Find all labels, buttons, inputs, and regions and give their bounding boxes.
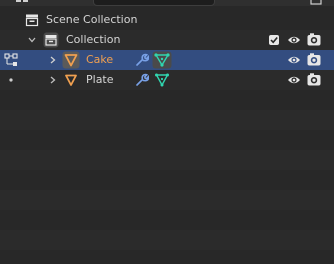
dot-icon bbox=[9, 78, 13, 82]
wrench-icon[interactable] bbox=[135, 73, 149, 87]
chevron-right-icon[interactable] bbox=[48, 55, 58, 65]
empty-row bbox=[0, 110, 334, 130]
collection-label: Collection bbox=[66, 33, 121, 46]
object-label-cake: Cake bbox=[86, 53, 114, 66]
object-label-plate: Plate bbox=[86, 73, 114, 86]
filter-icon[interactable] bbox=[310, 0, 322, 5]
camera-icon[interactable] bbox=[307, 33, 321, 46]
empty-row bbox=[0, 230, 334, 250]
empty-row bbox=[0, 190, 334, 210]
eye-icon[interactable] bbox=[287, 74, 301, 86]
collection-row[interactable]: Collection bbox=[0, 30, 334, 50]
collection-box-icon bbox=[43, 32, 59, 48]
chevron-right-icon[interactable] bbox=[48, 75, 58, 85]
wrench-icon[interactable] bbox=[135, 53, 149, 67]
outliner-row-cake[interactable]: Cake bbox=[0, 50, 334, 70]
outliner-panel: Scene Collection Collection Cake Plate bbox=[0, 0, 334, 264]
outliner-row-plate[interactable]: Plate bbox=[0, 70, 334, 90]
eye-icon[interactable] bbox=[287, 34, 301, 46]
collection-box-icon bbox=[25, 14, 39, 27]
mesh-object-icon bbox=[65, 74, 77, 86]
empty-row bbox=[0, 150, 334, 170]
outliner-header bbox=[0, 0, 334, 6]
camera-icon[interactable] bbox=[307, 73, 321, 86]
mesh-data-icon[interactable] bbox=[154, 72, 170, 88]
checkmark-icon bbox=[270, 36, 278, 44]
exclude-checkbox[interactable] bbox=[269, 35, 279, 45]
display-mode-icon[interactable] bbox=[16, 0, 28, 4]
chevron-down-icon[interactable] bbox=[27, 35, 37, 45]
scene-collection-label: Scene Collection bbox=[46, 13, 138, 26]
eye-icon[interactable] bbox=[287, 54, 301, 66]
mesh-data-icon[interactable] bbox=[152, 51, 172, 69]
camera-icon[interactable] bbox=[307, 53, 321, 66]
object-selection-icon bbox=[4, 53, 18, 66]
search-input[interactable] bbox=[93, 0, 215, 6]
scene-collection-row[interactable]: Scene Collection bbox=[0, 10, 334, 30]
mesh-object-icon bbox=[62, 51, 80, 69]
